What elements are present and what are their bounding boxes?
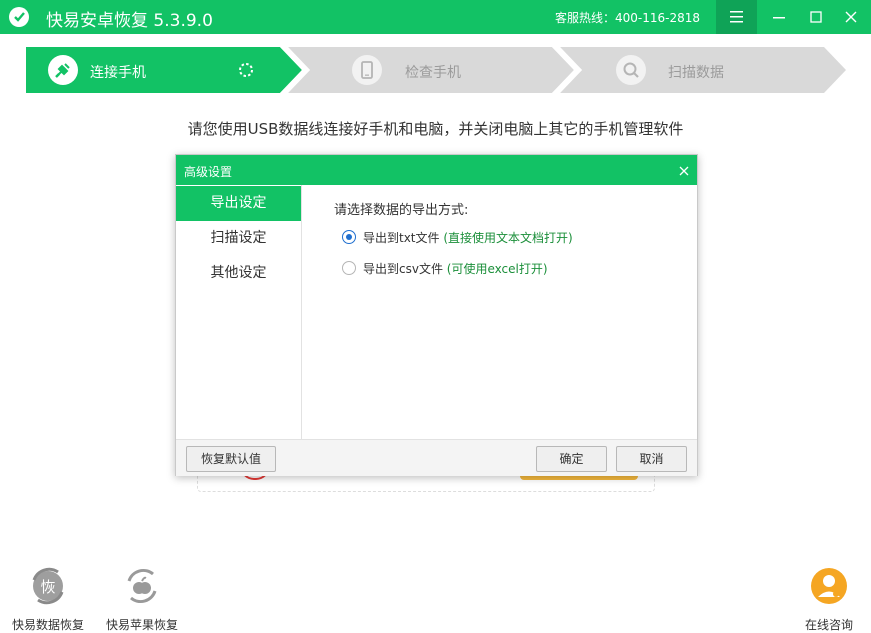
- instruction-text: 请您使用USB数据线连接好手机和电脑，并关闭电脑上其它的手机管理软件: [187, 120, 684, 138]
- cancel-button[interactable]: 取消: [616, 446, 687, 472]
- ok-button[interactable]: 确定: [536, 446, 607, 472]
- menu-icon: [730, 11, 743, 23]
- close-button[interactable]: [831, 0, 871, 34]
- menu-button[interactable]: [716, 0, 757, 34]
- advanced-settings-dialog: 高级设置 导出设定 扫描设定 其他设定 请选择数据的导出方式: 导出到txt文件…: [175, 154, 698, 476]
- title-bar: 快易安卓恢复 5.3.9.0 客服热线：400-116-2818: [0, 0, 871, 34]
- radio-csv[interactable]: [342, 261, 356, 275]
- option-txt-hint: (直接使用文本文档打开): [443, 231, 573, 245]
- shield-check-icon: [9, 7, 29, 27]
- online-consult-button[interactable]: 在线咨询: [796, 566, 862, 632]
- maximize-icon: [810, 11, 822, 23]
- step-label-check: 检查手机: [405, 65, 461, 81]
- tab-export-settings[interactable]: 导出设定: [176, 186, 301, 221]
- loading-spinner-icon: [238, 62, 254, 78]
- dialog-title: 高级设置: [184, 165, 233, 179]
- apple-recovery-icon: [122, 566, 162, 606]
- radio-txt[interactable]: [342, 230, 356, 244]
- apple-recovery-tool[interactable]: 快易苹果恢复: [97, 566, 187, 632]
- restore-defaults-button[interactable]: 恢复默认值: [186, 446, 276, 472]
- support-agent-icon: [809, 566, 849, 606]
- tab-scan-settings[interactable]: 扫描设定: [176, 221, 301, 256]
- option-txt-label: 导出到txt文件: [363, 231, 440, 245]
- option-csv-hint: (可使用excel打开): [446, 262, 548, 276]
- settings-sidebar: 导出设定 扫描设定 其他设定: [176, 185, 302, 439]
- dialog-footer: 恢复默认值 确定 取消: [176, 439, 697, 476]
- minimize-icon: [773, 17, 785, 19]
- dialog-header: 高级设置: [176, 155, 697, 185]
- data-recovery-label: 快易数据恢复: [11, 618, 84, 632]
- app-title: 快易安卓恢复 5.3.9.0: [46, 11, 213, 31]
- export-heading: 请选择数据的导出方式:: [334, 203, 469, 218]
- phone-icon: [352, 55, 382, 85]
- data-recovery-icon: 恢: [28, 566, 68, 606]
- hotline-text: 客服热线：400-116-2818: [555, 11, 701, 25]
- maximize-button[interactable]: [796, 0, 836, 34]
- usb-plug-icon: [48, 55, 78, 85]
- magnifier-icon: [616, 55, 646, 85]
- step-label-connect: 连接手机: [90, 65, 146, 81]
- step-label-scan: 扫描数据: [668, 65, 724, 81]
- close-icon: [845, 11, 857, 23]
- step-progress: 连接手机 检查手机 扫描数据: [26, 47, 846, 93]
- tab-other-settings[interactable]: 其他设定: [176, 256, 301, 291]
- minimize-button[interactable]: [759, 0, 799, 34]
- apple-recovery-label: 快易苹果恢复: [105, 618, 178, 632]
- close-icon: [679, 166, 689, 176]
- online-consult-label: 在线咨询: [804, 618, 853, 632]
- data-recovery-tool[interactable]: 恢 快易数据恢复: [3, 566, 93, 632]
- export-settings-panel: 请选择数据的导出方式: 导出到txt文件 (直接使用文本文档打开) 导出到csv…: [302, 185, 697, 439]
- data-recovery-glyph: 恢: [40, 578, 56, 596]
- dialog-close-button[interactable]: [677, 163, 691, 177]
- option-csv-label: 导出到csv文件: [363, 262, 443, 276]
